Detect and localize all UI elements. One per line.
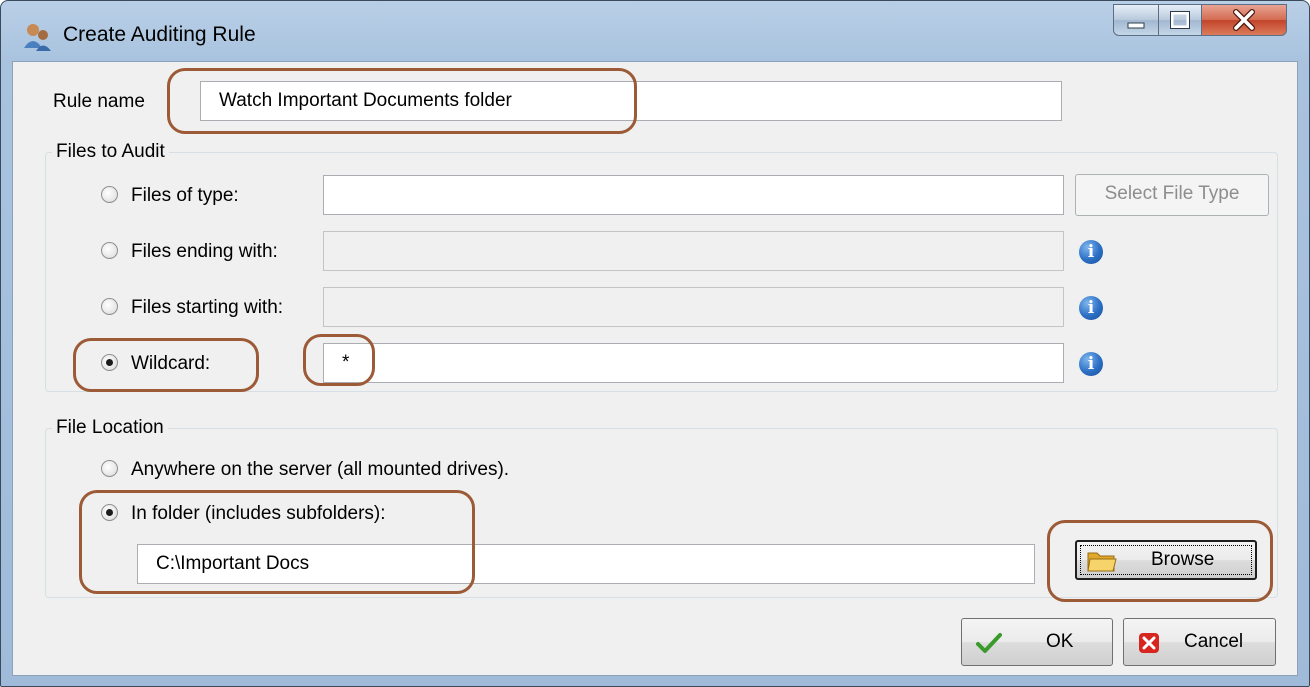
info-icon[interactable]: i (1079, 240, 1103, 264)
folder-path-input[interactable]: C:\Important Docs (137, 544, 1035, 584)
files-ending-with-label: Files ending with: (131, 241, 278, 262)
files-starting-with-label: Files starting with: (131, 297, 284, 318)
dialog-body: Rule name Watch Important Documents fold… (12, 61, 1298, 676)
file-location-title: File Location (52, 416, 168, 440)
focus-rectangle (1080, 545, 1252, 575)
ok-label: OK (1046, 631, 1074, 652)
files-to-audit-title: Files to Audit (52, 140, 169, 164)
files-of-type-input[interactable] (323, 175, 1064, 215)
dialog-window: Create Auditing Rule Rule name Watch Imp… (0, 0, 1310, 687)
minimize-icon (1127, 22, 1145, 29)
in-folder-radio[interactable] (101, 504, 118, 521)
minimize-button[interactable] (1113, 4, 1159, 36)
files-starting-with-radio[interactable] (101, 298, 118, 315)
files-ending-with-input[interactable] (323, 231, 1064, 271)
window-title: Create Auditing Rule (63, 23, 256, 46)
cancel-label: Cancel (1184, 631, 1244, 652)
select-file-type-button[interactable]: Select File Type (1075, 174, 1269, 216)
users-icon (24, 24, 51, 51)
close-button[interactable] (1201, 4, 1287, 36)
maximize-button[interactable] (1158, 4, 1202, 36)
rule-name-input[interactable]: Watch Important Documents folder (200, 81, 1062, 121)
wildcard-radio[interactable] (101, 354, 118, 371)
wildcard-input[interactable]: * (323, 343, 1064, 383)
ok-button[interactable]: OK (961, 618, 1113, 666)
info-icon[interactable]: i (1079, 296, 1103, 320)
files-of-type-label: Files of type: (131, 185, 239, 206)
files-starting-with-input[interactable] (323, 287, 1064, 327)
wildcard-label: Wildcard: (131, 353, 211, 374)
checkmark-icon (976, 633, 1002, 653)
browse-button[interactable]: Browse (1075, 540, 1257, 580)
anywhere-radio[interactable] (101, 460, 118, 477)
rule-name-label: Rule name (53, 91, 145, 112)
close-icon (1233, 9, 1255, 31)
title-bar[interactable]: Create Auditing Rule (1, 1, 1309, 61)
files-ending-with-radio[interactable] (101, 242, 118, 259)
anywhere-label: Anywhere on the server (all mounted driv… (131, 459, 510, 480)
in-folder-label: In folder (includes subfolders): (131, 503, 386, 524)
red-x-icon (1139, 633, 1159, 653)
cancel-button[interactable]: Cancel (1123, 618, 1276, 666)
files-of-type-radio[interactable] (101, 186, 118, 203)
maximize-icon (1170, 11, 1190, 29)
select-file-type-label: Select File Type (1104, 183, 1240, 204)
info-icon[interactable]: i (1079, 352, 1103, 376)
